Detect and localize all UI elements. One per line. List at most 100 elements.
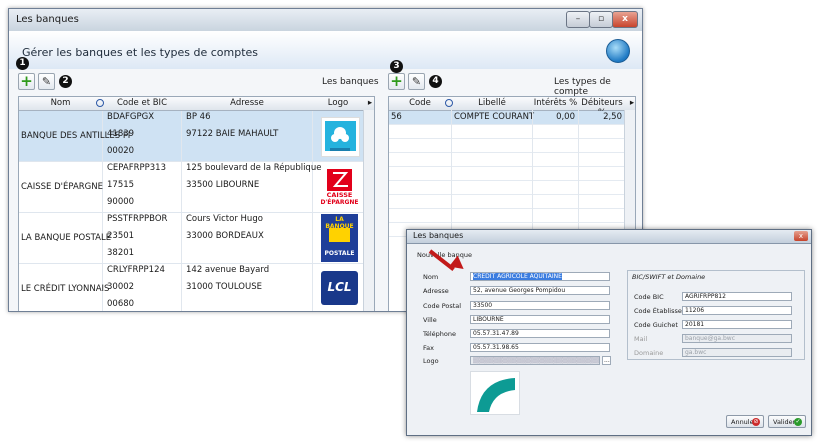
column-menu-icon[interactable]: ▸ bbox=[366, 98, 374, 108]
col-logo[interactable]: Logo bbox=[313, 98, 363, 108]
table-row[interactable]: LA BANQUE POSTALE PSSTFRPPBOR 23501 3820… bbox=[19, 213, 364, 264]
bank-address: 125 boulevard de la République bbox=[186, 163, 322, 173]
bank-bic: PSSTFRPPBOR bbox=[107, 214, 168, 224]
account-interets: 0,00 bbox=[556, 112, 575, 122]
table-row bbox=[389, 195, 625, 209]
validate-button[interactable]: Valider ✓ bbox=[768, 415, 806, 428]
cancel-button[interactable]: Annuler ⊘ bbox=[726, 415, 764, 428]
col-code[interactable]: Code bbox=[389, 98, 451, 108]
bank-code-etab: 17515 bbox=[107, 180, 135, 190]
table-row bbox=[389, 139, 625, 153]
adresse-field[interactable]: 52, avenue Georges Pompidou bbox=[470, 286, 610, 295]
marker-1: 1 bbox=[16, 57, 29, 70]
page-header: Gérer les banques et les types de compte… bbox=[9, 31, 642, 69]
account-types-header: Code Libellé Intérêts % Débiteurs % ▸ bbox=[389, 97, 635, 118]
lcl-logo: LCL bbox=[321, 271, 358, 305]
banks-table-header: Nom Code et BIC Adresse Logo ▸ bbox=[19, 97, 374, 111]
bank-address: 142 avenue Bayard bbox=[186, 265, 270, 275]
bic-field[interactable]: AGRIFRPP812 bbox=[682, 292, 792, 301]
bank-code-guichet: 00020 bbox=[107, 146, 135, 156]
bank-app-icon bbox=[606, 39, 630, 63]
telephone-field[interactable]: 05.57.31.47.89 bbox=[470, 329, 610, 338]
mail-field[interactable]: banque@ga.bwc bbox=[682, 334, 792, 343]
code-guichet-field[interactable]: 20181 bbox=[682, 320, 792, 329]
label-fax: Fax bbox=[423, 344, 434, 352]
domaine-field[interactable]: ga.bwc bbox=[682, 348, 792, 357]
fax-field[interactable]: 05.57.31.98.65 bbox=[470, 343, 610, 352]
bank-code-etab: 23501 bbox=[107, 231, 135, 241]
maximize-button[interactable]: ▫ bbox=[589, 11, 613, 28]
col-adresse[interactable]: Adresse bbox=[182, 98, 312, 108]
label-bic: Code BIC bbox=[634, 293, 664, 301]
table-row[interactable]: CAISSE D'ÉPARGNE CEPAFRPP313 17515 90000… bbox=[19, 162, 364, 213]
logo-text: POSTALE bbox=[324, 250, 355, 257]
col-interets[interactable]: Intérêts % bbox=[533, 98, 578, 108]
bank-city: 97122 BAIE MAHAULT bbox=[186, 129, 279, 139]
validate-label: Valider bbox=[773, 418, 796, 426]
marker-4: 4 bbox=[429, 75, 442, 88]
col-nom[interactable]: Nom bbox=[19, 98, 102, 108]
account-debiteurs: 2,50 bbox=[603, 112, 622, 122]
bank-name: LA BANQUE POSTALE bbox=[21, 233, 112, 243]
code-etablissement-field[interactable]: 11206 bbox=[682, 306, 792, 315]
dialog-titlebar: Les banques x bbox=[407, 230, 811, 244]
banks-scrollbar[interactable] bbox=[363, 110, 374, 311]
label-adresse: Adresse bbox=[423, 287, 449, 295]
dialog-close-button[interactable]: x bbox=[794, 231, 808, 241]
window-title: Les banques bbox=[16, 14, 79, 25]
marker-2: 2 bbox=[59, 75, 72, 88]
bank-bic: CRLYFRPP124 bbox=[107, 265, 165, 275]
label-domaine: Domaine bbox=[634, 349, 664, 357]
bank-bic: BDAFGPGX bbox=[107, 112, 155, 122]
table-row bbox=[389, 209, 625, 223]
group-title: BIC/SWIFT et Domaine bbox=[632, 273, 706, 281]
logo-text: D'ÉPARGNE bbox=[320, 199, 359, 206]
edit-bank-button[interactable]: ✎ bbox=[38, 73, 55, 90]
account-libelle: COMPTE COURANT bbox=[454, 112, 535, 122]
banks-section-label: Les banques bbox=[322, 77, 379, 87]
add-account-type-button[interactable]: + bbox=[388, 73, 405, 90]
label-logo: Logo bbox=[423, 357, 439, 365]
bdaf-logo bbox=[321, 117, 360, 157]
account-types-section-label: Les types de compte bbox=[554, 77, 611, 97]
column-menu-icon[interactable]: ▸ bbox=[628, 98, 635, 108]
nom-field[interactable]: CRÉDIT AGRICOLE AQUITAINE bbox=[470, 272, 610, 281]
table-row bbox=[389, 181, 625, 195]
page-title: Gérer les banques et les types de compte… bbox=[22, 46, 259, 59]
label-code-postal: Code Postal bbox=[423, 302, 462, 310]
minimize-button[interactable]: – bbox=[566, 11, 590, 28]
close-button[interactable]: x bbox=[612, 11, 638, 28]
bank-address: Cours Victor Hugo bbox=[186, 214, 263, 224]
label-mail: Mail bbox=[634, 335, 648, 343]
banks-table[interactable]: Nom Code et BIC Adresse Logo ▸ BANQUE DE… bbox=[18, 96, 375, 311]
bank-code-guichet: 00680 bbox=[107, 299, 135, 309]
edit-account-type-button[interactable]: ✎ bbox=[408, 73, 425, 90]
caisse-epargne-logo: CAISSE D'ÉPARGNE bbox=[320, 168, 359, 206]
bank-bic: CEPAFRPP313 bbox=[107, 163, 166, 173]
browse-logo-button[interactable]: ... bbox=[602, 356, 611, 365]
logo-text: CAISSE bbox=[326, 191, 353, 199]
table-row[interactable]: BANQUE DES ANTILLES FI BDAFGPGX 41839 00… bbox=[19, 111, 364, 162]
dialog-title: Les banques bbox=[413, 231, 464, 240]
bank-city: 31000 TOULOUSE bbox=[186, 282, 262, 292]
logo-path-field[interactable]: ▒▒▒▒▒▒▒▒▒▒▒▒▒▒▒▒▒▒▒▒▒▒▒▒▒▒▒▒ bbox=[470, 356, 600, 365]
col-libelle[interactable]: Libellé bbox=[452, 98, 532, 108]
postale-bird-icon bbox=[329, 228, 350, 242]
banque-postale-logo: LA BANQUE POSTALE bbox=[321, 214, 358, 262]
account-code: 56 bbox=[391, 112, 402, 122]
col-code-bic[interactable]: Code et BIC bbox=[103, 98, 181, 108]
logo-text: LCL bbox=[327, 280, 352, 294]
bank-code-etab: 30002 bbox=[107, 282, 135, 292]
table-row bbox=[389, 125, 625, 139]
table-row[interactable]: LE CRÉDIT LYONNAIS CRLYFRPP124 30002 006… bbox=[19, 264, 364, 311]
add-bank-button[interactable]: + bbox=[18, 73, 35, 90]
label-ville: Ville bbox=[423, 316, 437, 324]
logo-preview bbox=[470, 371, 520, 415]
code-postal-field[interactable]: 33500 bbox=[470, 301, 610, 310]
bank-address: BP 46 bbox=[186, 112, 211, 122]
table-row[interactable]: 56 COMPTE COURANT 0,00 2,50 bbox=[389, 111, 625, 125]
ville-field[interactable]: LIBOURNE bbox=[470, 315, 610, 324]
label-telephone: Téléphone bbox=[423, 330, 457, 338]
dialog-subtitle: Nouvelle banque bbox=[417, 251, 472, 259]
table-row bbox=[389, 167, 625, 181]
